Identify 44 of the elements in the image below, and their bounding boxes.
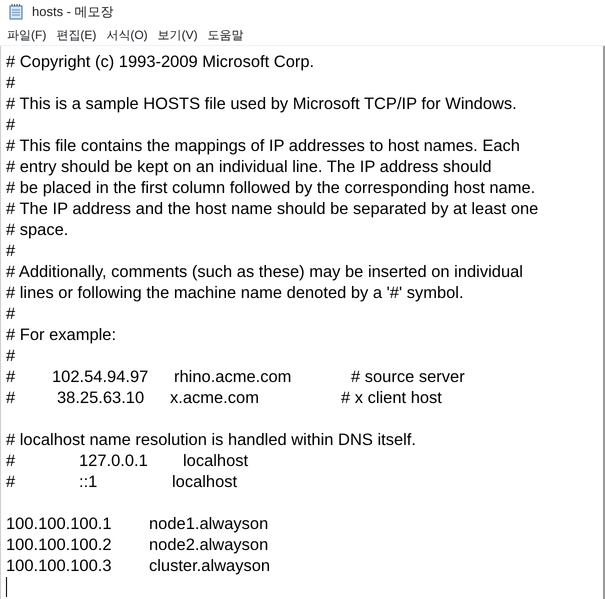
text-line: localhost [172,472,238,493]
text-line: 100.100.100.2 [6,535,113,556]
menu-item[interactable]: 보기(V) [152,26,203,44]
text-line: 102.54.94.97 [52,367,150,388]
menu-item[interactable]: 편집(E) [51,26,102,44]
text-line: # entry should be kept on an individual line. The IP address should [6,157,493,178]
text-line: # [6,115,16,136]
text-line: # x client host [341,388,443,409]
text-line: 127.0.0.1 [79,451,149,472]
text-line: # [6,451,16,472]
text-line: 100.100.100.1 [6,514,113,535]
window-title: hosts - 메모장 [32,3,114,22]
text-line: # [6,367,16,388]
text-line: # [6,346,16,367]
text-line: cluster.alwayson [149,556,272,577]
text-line: # be placed in the first column followed by the corresponding host name. [6,178,536,199]
text-line: ::1 [79,472,98,493]
text-line: # [6,472,16,493]
text-line: # [6,304,16,325]
notepad-icon [8,4,24,20]
text-line: node1.alwayson [149,514,270,535]
menu-item[interactable]: 파일(F) [2,26,52,44]
text-line: # space. [6,220,70,241]
text-line: # The IP address and the host name should be separated by at least one [6,199,540,220]
text-line: localhost [183,451,250,472]
menu-item[interactable]: 도움말 [202,26,249,44]
text-line: node2.alwayson [149,535,270,556]
text-line: 100.100.100.3 [6,556,113,577]
menu-item[interactable]: 서식(O) [101,26,153,44]
text-line: # This is a sample HOSTS file used by Microsoft TCP/IP for Windows. [6,94,518,115]
text-line: # source server [351,367,466,388]
text-line: # [6,73,16,94]
text-line: x.acme.com [170,388,260,409]
text-line: # [6,241,16,262]
text-line: # localhost name resolution is handled within DNS itself. [6,430,417,451]
text-line: # For example: [6,325,118,346]
text-line: # This file contains the mappings of IP addresses to host names. Each [6,136,521,157]
text-line: rhino.acme.com [174,367,292,388]
text-line: 38.25.63.10 [57,388,146,409]
text-line: # lines or following the machine name denoted by a '#' symbol. [6,283,465,304]
text-line: # Copyright (c) 1993-2009 Microsoft Corp. [6,52,316,73]
text-line: # [6,388,16,409]
text-cursor [6,577,7,597]
text-line: # Additionally, comments (such as these) may be inserted on individual [6,262,524,283]
